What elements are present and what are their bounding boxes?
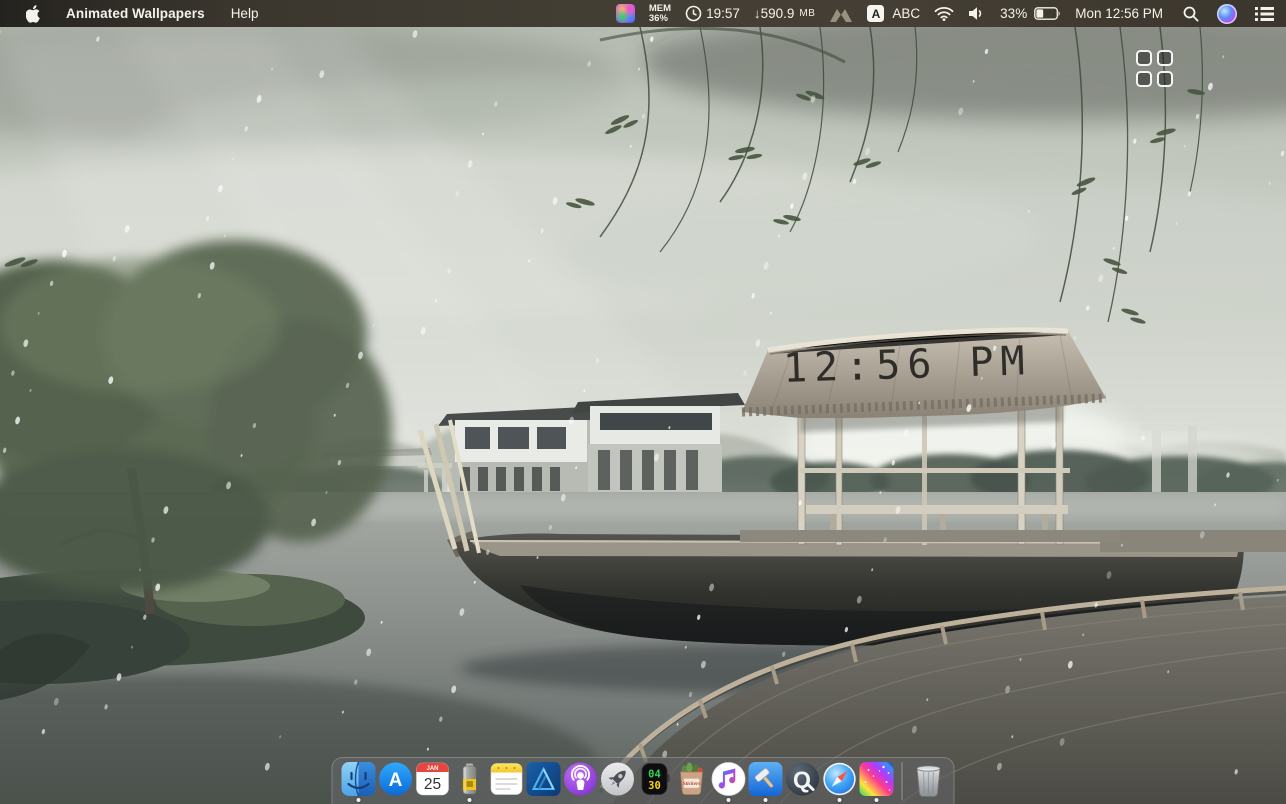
active-app-name[interactable]: Animated Wallpapers bbox=[52, 6, 219, 21]
battery-app-icon bbox=[452, 762, 486, 796]
clock-icon bbox=[685, 5, 702, 22]
list-icon bbox=[1255, 6, 1274, 21]
xcode-icon bbox=[748, 762, 782, 796]
menubar-clock-item[interactable]: Mon 12:56 PM bbox=[1075, 6, 1163, 21]
app-store-icon: A bbox=[378, 762, 412, 796]
siri-item[interactable] bbox=[1217, 4, 1237, 24]
monitor-time: 19:57 bbox=[706, 6, 740, 21]
finder-icon bbox=[341, 762, 375, 796]
battery-icon bbox=[1034, 7, 1061, 20]
dock-item-podcasts[interactable] bbox=[563, 762, 598, 802]
speaker-icon bbox=[968, 6, 986, 21]
wifi-icon bbox=[934, 6, 954, 21]
svg-text:Stickers: Stickers bbox=[682, 781, 700, 787]
quicktime-icon: Q bbox=[785, 762, 819, 796]
safari-icon bbox=[822, 762, 856, 796]
siri-icon bbox=[1217, 4, 1237, 24]
search-icon bbox=[1183, 6, 1199, 22]
dock-item-safari[interactable] bbox=[822, 762, 857, 802]
dock-item-animated-wallpapers[interactable] bbox=[859, 762, 894, 802]
input-source-badge: A bbox=[867, 5, 884, 22]
animated-wallpaper-lake-scene bbox=[0, 0, 1286, 804]
notification-center-item[interactable] bbox=[1255, 6, 1274, 21]
animated-wallpapers-icon bbox=[859, 762, 893, 796]
net-unit: MB bbox=[799, 8, 815, 19]
mem-value: 36% bbox=[649, 14, 668, 24]
volume-item[interactable] bbox=[968, 6, 986, 21]
mountain-monitor-item[interactable] bbox=[829, 6, 853, 22]
dock-item-itunes[interactable] bbox=[711, 762, 746, 802]
dock-item-stickers[interactable]: Stickers bbox=[674, 762, 709, 802]
running-indicator bbox=[467, 798, 471, 802]
svg-text:Q: Q bbox=[793, 767, 811, 793]
stickers-icon: Stickers bbox=[674, 762, 708, 796]
spotlight-item[interactable] bbox=[1183, 6, 1199, 22]
calendar-icon: JAN 25 bbox=[415, 762, 449, 796]
app-grid-icon[interactable] bbox=[1136, 50, 1173, 87]
net-down-value: ↓590.9 bbox=[754, 6, 795, 21]
svg-text:A: A bbox=[388, 770, 402, 791]
itunes-icon bbox=[711, 762, 745, 796]
notes-icon bbox=[489, 762, 523, 796]
dock-item-affinity-designer[interactable] bbox=[526, 762, 561, 802]
dock-item-notes[interactable] bbox=[489, 762, 524, 802]
svg-text:25: 25 bbox=[423, 776, 440, 793]
mountain-icon bbox=[829, 6, 853, 22]
memory-usage-item[interactable]: MEM 36% bbox=[649, 4, 671, 23]
grid-cell bbox=[1157, 50, 1173, 66]
dock: A JAN 25 bbox=[332, 757, 955, 804]
wallpaper-clock: 12:56 PM bbox=[782, 338, 1032, 392]
svg-text:JAN: JAN bbox=[426, 766, 438, 772]
svg-text:04: 04 bbox=[648, 769, 661, 781]
running-indicator bbox=[874, 798, 878, 802]
dock-item-battery-app[interactable] bbox=[452, 762, 487, 802]
battery-percent: 33% bbox=[1000, 6, 1027, 21]
menubar-animated-wallpapers-icon[interactable] bbox=[616, 4, 635, 23]
affinity-designer-icon bbox=[526, 762, 560, 796]
rocket-icon bbox=[600, 762, 634, 796]
dock-item-trash[interactable] bbox=[911, 762, 946, 804]
dock-item-quicktime[interactable]: Q bbox=[785, 762, 820, 802]
running-indicator bbox=[356, 798, 360, 802]
menubar-clock: Mon 12:56 PM bbox=[1075, 6, 1163, 21]
grid-cell bbox=[1136, 71, 1152, 87]
dock-item-rocket[interactable] bbox=[600, 762, 635, 802]
input-source-label: ABC bbox=[892, 6, 920, 21]
svg-text:30: 30 bbox=[648, 780, 661, 792]
apple-menu[interactable] bbox=[14, 5, 52, 23]
running-indicator bbox=[763, 798, 767, 802]
running-indicator bbox=[837, 798, 841, 802]
running-indicator bbox=[726, 798, 730, 802]
dock-item-xcode[interactable] bbox=[748, 762, 783, 802]
dock-item-finder[interactable] bbox=[341, 762, 376, 802]
grid-cell bbox=[1157, 71, 1173, 87]
network-throughput-item[interactable]: ↓590.9 MB bbox=[754, 6, 816, 21]
grid-cell bbox=[1136, 50, 1152, 66]
menu-bar: Animated Wallpapers Help MEM 36% 19:57 ↓… bbox=[0, 0, 1286, 27]
podcasts-icon bbox=[563, 762, 597, 796]
trash-icon bbox=[911, 762, 945, 798]
apple-watch-icon: 04 30 bbox=[637, 762, 671, 796]
input-source-item[interactable]: A ABC bbox=[867, 5, 920, 22]
apple-logo-icon bbox=[26, 5, 41, 23]
dock-item-apple-watch[interactable]: 04 30 bbox=[637, 762, 672, 802]
menu-help[interactable]: Help bbox=[219, 6, 271, 21]
rainbow-app-icon bbox=[616, 4, 635, 23]
wifi-item[interactable] bbox=[934, 6, 954, 21]
dock-item-app-store[interactable]: A bbox=[378, 762, 413, 802]
dock-item-calendar[interactable]: JAN 25 bbox=[415, 762, 450, 802]
monitor-time-item[interactable]: 19:57 bbox=[685, 5, 740, 22]
dock-divider bbox=[902, 762, 903, 800]
battery-item[interactable]: 33% bbox=[1000, 6, 1061, 21]
